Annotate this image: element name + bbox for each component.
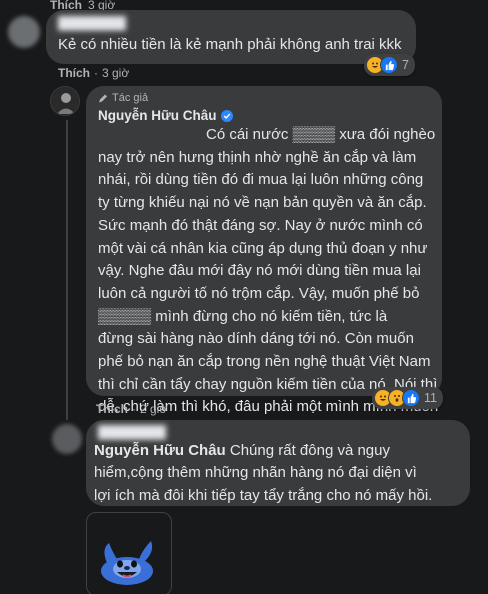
- author-badge-label: Tác giả: [112, 92, 149, 104]
- avatar[interactable]: [8, 16, 40, 48]
- reaction-summary[interactable]: 11: [372, 387, 443, 409]
- like-link[interactable]: Thích: [96, 402, 128, 416]
- verified-icon: [220, 109, 233, 122]
- comment-bubble: Tác giả Nguyễn Hữu Châu Có cái nước ▒▒▒▒…: [86, 86, 442, 438]
- reaction-count: 7: [402, 58, 409, 72]
- like-link[interactable]: Thích: [58, 66, 90, 80]
- comment-bubble: ████████ Kẻ có nhiều tiền là kẻ mạnh phả…: [46, 10, 416, 64]
- like-icon: [380, 56, 398, 74]
- comment-line: một vài cá nhân kia cũng áp dụng thủ đoạ…: [98, 239, 428, 257]
- comment-text: Kẻ có nhiều tiền là kẻ mạnh phải không a…: [58, 36, 402, 53]
- comment-line: Có cái nước ▒▒▒▒ xưa đói nghèo: [206, 126, 436, 143]
- comment-line: ty từng khiếu nại nó về nạn bản quyền và…: [98, 194, 427, 212]
- comment-line: luôn cả người tố nó trộm cắp. Vậy, muốn …: [98, 284, 420, 302]
- sticker-attachment[interactable]: [86, 512, 172, 594]
- timestamp[interactable]: 2 giờ: [140, 402, 167, 416]
- pen-icon: [99, 94, 107, 102]
- comment-author[interactable]: ████████: [98, 425, 166, 439]
- comment-actions: Thích · 3 giờ: [58, 66, 129, 80]
- comment-text-continued: hiểm,cộng thêm những nhãn hàng nó đại di…: [94, 462, 432, 507]
- comment-line: ▒▒▒▒▒ mình đừng cho nó kiếm tiền, tức là: [98, 307, 388, 325]
- like-icon: [402, 389, 420, 407]
- previous-comment-meta: Thích 3 giờ: [50, 0, 116, 12]
- comment-line: nay trở nên hưng thịnh nhờ nghề ăn cắp v…: [98, 148, 417, 166]
- comment-actions: Thích · 2 giờ: [96, 402, 167, 416]
- comment-author[interactable]: Nguyễn Hữu Châu: [98, 108, 217, 123]
- comment-text-first: Chúng rất đông và nguy: [229, 442, 390, 459]
- comment-line: lợi ích mà đôi khi tiếp tay tẩy trắng ch…: [94, 486, 433, 504]
- author-badge: Tác giả: [98, 92, 148, 104]
- comment-line: đừng sài hàng nào dính dáng tới nó. Còn …: [98, 330, 414, 348]
- like-link[interactable]: Thích: [50, 0, 82, 12]
- author-avatar[interactable]: [50, 86, 80, 116]
- comment-author[interactable]: ████████: [58, 16, 126, 30]
- comment-line: phế bỏ nạn ăn cắp trong nền nghệ thuật V…: [98, 353, 431, 371]
- person-icon: [51, 87, 79, 115]
- tagged-user[interactable]: Nguyễn Hữu Châu: [94, 442, 226, 459]
- avatar[interactable]: [52, 424, 82, 454]
- timestamp: 3 giờ: [88, 0, 116, 12]
- comment-text: Nguyễn Hữu Châu Chúng rất đông và nguy: [94, 440, 390, 463]
- reaction-count: 11: [424, 391, 437, 405]
- separator-dot: ·: [132, 402, 136, 416]
- comment-line: Sức mạnh đó thật đáng sợ. Nay ở nước mìn…: [98, 216, 423, 234]
- comment-line: vậy. Nghe đâu mới đây nó mới dùng tiền m…: [98, 262, 421, 280]
- timestamp[interactable]: 3 giờ: [102, 66, 129, 80]
- comment-bubble: ████████ Nguyễn Hữu Châu Chúng rất đông …: [86, 420, 470, 506]
- stitch-sticker-icon: [101, 541, 153, 585]
- reaction-summary[interactable]: 7: [364, 54, 415, 76]
- thread-line: [66, 120, 68, 420]
- comment-line: nhái, rồi dùng tiền đó đi mua lại luôn n…: [98, 171, 424, 189]
- comment-line: hiểm,cộng thêm những nhãn hàng nó đại di…: [94, 464, 417, 481]
- separator-dot: ·: [94, 66, 98, 80]
